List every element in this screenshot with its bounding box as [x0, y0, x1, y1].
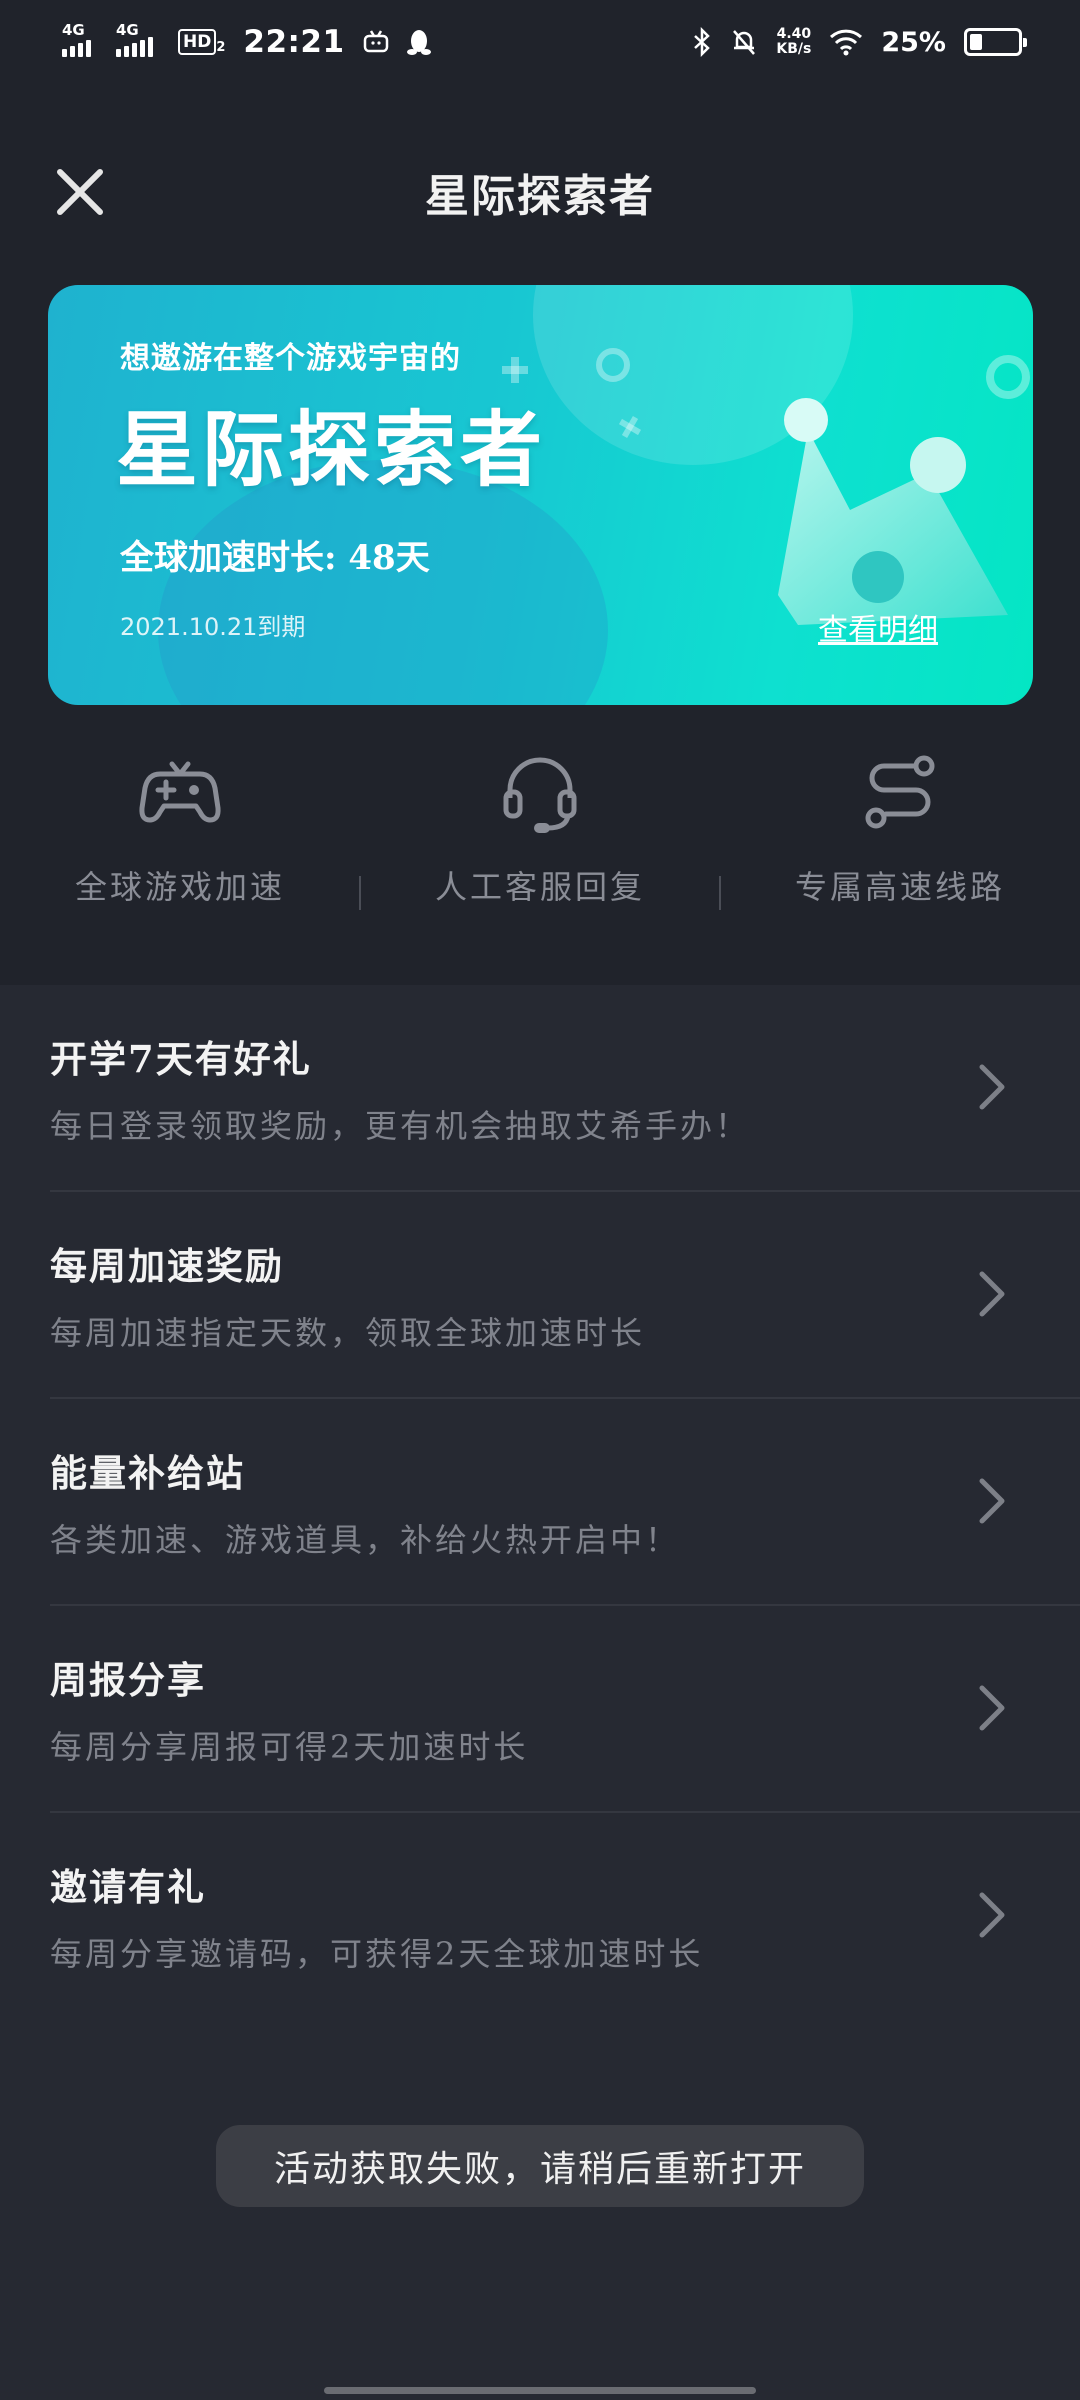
feature-label: 全球游戏加速 — [74, 868, 285, 906]
status-bar: 4G 4G HD 2 22:21 4.40 KB/s 25% — [0, 0, 1080, 84]
list-item-desc: 每周分享周报可得2天加速时长 — [50, 1728, 529, 1766]
list-item-desc: 每周分享邀请码，可获得2天全球加速时长 — [50, 1935, 704, 1973]
plus-decoration-icon — [618, 415, 642, 439]
list-item-title: 邀请有礼 — [50, 1865, 206, 1909]
expire-date: 2021.10.21到期 — [120, 613, 306, 641]
plus-decoration-icon — [502, 357, 528, 383]
chevron-right-icon — [979, 1271, 1005, 1317]
list-item-title: 能量补给站 — [50, 1451, 245, 1495]
signal-2-icon: 4G — [116, 21, 160, 57]
signal-1-icon: 4G — [62, 21, 98, 57]
list-item-title: 每周加速奖励 — [50, 1244, 284, 1288]
feature-global-game-boost[interactable]: 全球游戏加速 — [0, 750, 360, 930]
list-item[interactable]: 开学7天有好礼 每日登录领取奖励，更有机会抽取艾希手办！ — [50, 985, 1080, 1192]
battery-fill — [970, 34, 982, 50]
list-item-desc: 各类加速、游戏道具，补给火热开启中！ — [50, 1521, 681, 1559]
wifi-icon — [830, 29, 863, 56]
banner-title: 星际探索者 — [116, 403, 547, 498]
home-indicator[interactable] — [324, 2387, 756, 2394]
chevron-right-icon — [979, 1478, 1005, 1524]
chevron-right-icon — [979, 1685, 1005, 1731]
route-icon — [865, 755, 935, 829]
membership-banner[interactable]: 想遨游在整个游戏宇宙的 星际探索者 全球加速时长: 48天 2021.10.21… — [48, 285, 1033, 705]
acceleration-duration: 全球加速时长: 48天 — [120, 538, 430, 578]
list-item[interactable]: 周报分享 每周分享周报可得2天加速时长 — [50, 1606, 1080, 1813]
feature-exclusive-line[interactable]: 专属高速线路 — [720, 750, 1080, 930]
view-details-link[interactable]: 查看明细 — [818, 605, 938, 649]
feature-human-support[interactable]: 人工客服回复 — [360, 750, 720, 930]
battery-icon — [964, 28, 1027, 56]
mute-bell-icon — [733, 30, 756, 55]
crown-illustration-icon — [778, 355, 1030, 625]
penguin-app-icon — [406, 30, 431, 55]
network-speed: 4.40 KB/s — [776, 26, 812, 57]
error-toast: 活动获取失败，请稍后重新打开 — [216, 2125, 864, 2207]
list-item-desc: 每周加速指定天数，领取全球加速时长 — [50, 1314, 646, 1352]
banner-subtitle: 想遨游在整个游戏宇宙的 — [120, 341, 461, 376]
list-item-title: 周报分享 — [50, 1658, 206, 1702]
feature-row: 全球游戏加速 人工客服回复 专属高速线路 — [0, 750, 1080, 930]
clock: 22:21 — [243, 24, 345, 60]
chevron-right-icon — [979, 1064, 1005, 1110]
list-item-desc: 每日登录领取奖励，更有机会抽取艾希手办！ — [50, 1107, 751, 1145]
activity-list: 开学7天有好礼 每日登录领取奖励，更有机会抽取艾希手办！ 每周加速奖励 每周加速… — [0, 985, 1080, 2020]
list-item[interactable]: 能量补给站 各类加速、游戏道具，补给火热开启中！ — [50, 1399, 1080, 1606]
feature-label: 人工客服回复 — [434, 868, 645, 906]
bluetooth-icon — [694, 27, 711, 57]
feature-label: 专属高速线路 — [794, 868, 1005, 906]
sparkle-decoration-icon — [596, 348, 630, 382]
list-item[interactable]: 每周加速奖励 每周加速指定天数，领取全球加速时长 — [50, 1192, 1080, 1399]
page-title: 星际探索者 — [425, 171, 655, 222]
chevron-right-icon — [979, 1892, 1005, 1938]
header: 星际探索者 — [0, 140, 1080, 240]
battery-percent: 25% — [881, 26, 946, 58]
gamepad-icon — [139, 761, 221, 823]
hd-voice-icon: HD 2 — [178, 29, 225, 55]
list-item-title: 开学7天有好礼 — [50, 1037, 312, 1081]
list-item[interactable]: 邀请有礼 每周分享邀请码，可获得2天全球加速时长 — [50, 1813, 1080, 2020]
headset-icon — [503, 757, 577, 833]
tv-app-icon — [363, 30, 388, 53]
